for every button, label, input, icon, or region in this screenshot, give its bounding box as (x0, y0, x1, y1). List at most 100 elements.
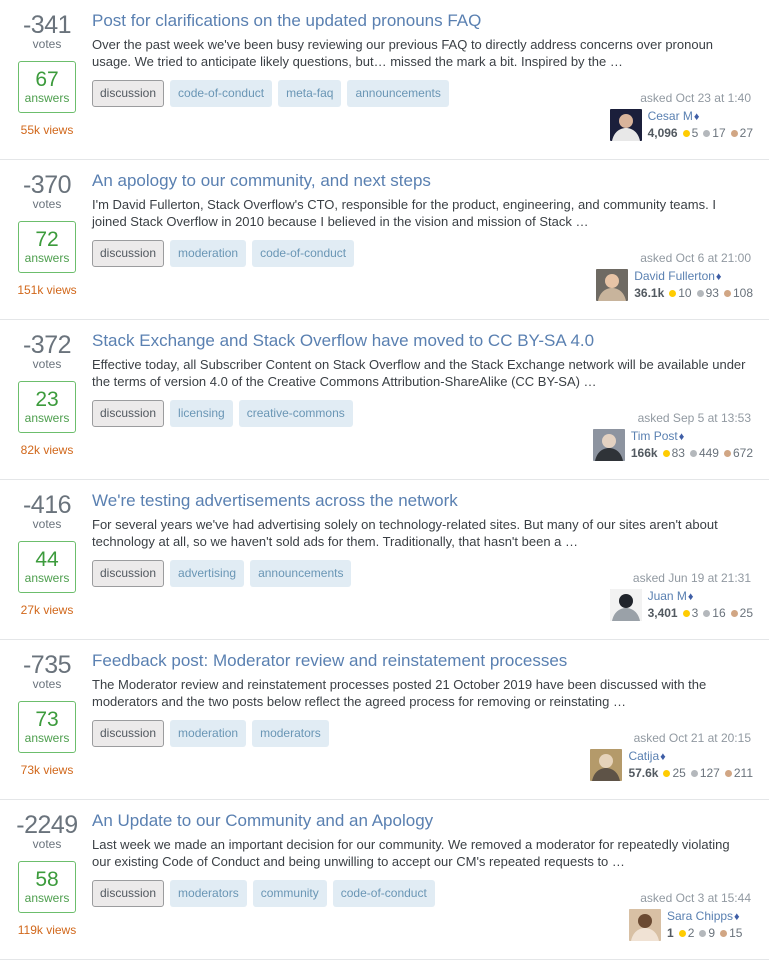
view-count: 151k views (17, 283, 77, 297)
asked-user-card: asked Oct 3 at 15:44 Sara Chipps♦ 1 2 9 15 (543, 891, 753, 941)
tag-announcements[interactable]: announcements (250, 560, 352, 587)
reputation-score: 57.6k (628, 766, 659, 780)
vote-label: votes (32, 517, 62, 531)
gold-badge-icon (669, 290, 677, 297)
bronze-badge-icon (730, 610, 738, 617)
question-title-link[interactable]: We're testing advertisements across the … (92, 490, 753, 511)
tag-licensing[interactable]: licensing (170, 400, 233, 427)
question-summary[interactable]: -341 votes 67 answers 55k views Post for clar… (0, 0, 769, 160)
silver-badge: 93 (696, 286, 719, 301)
silver-badge: 127 (690, 766, 720, 781)
question-stats: -2249 votes 58 answers 119k views (8, 810, 86, 937)
asked-timestamp: asked Oct 6 at 21:00 (640, 251, 751, 265)
tag-creative-commons[interactable]: creative-commons (238, 400, 353, 427)
view-count: 119k views (17, 923, 77, 937)
bronze-badge-count: 672 (732, 446, 753, 460)
tag-discussion[interactable]: discussion (92, 560, 165, 587)
question-stats: -735 votes 73 answers 73k views (8, 650, 86, 777)
tag-meta-faq[interactable]: meta-faq (278, 80, 342, 107)
question-stats: -341 votes 67 answers 55k views (8, 10, 86, 137)
answers-label: answers (24, 91, 70, 105)
question-title-link[interactable]: Post for clarifications on the updated p… (92, 10, 753, 31)
vote-stat: -341 votes (8, 12, 86, 52)
tag-moderators[interactable]: moderators (252, 720, 329, 747)
user-name-link[interactable]: Juan M (648, 589, 687, 604)
asked-user-card: asked Oct 21 at 20:15 Catija♦ 57.6k 25 127 21… (543, 731, 753, 781)
user-info: David Fullerton♦ 36.1k 10 93 108 (634, 269, 753, 301)
question-stats: -370 votes 72 answers 151k views (8, 170, 86, 297)
bronze-badge-icon (720, 930, 728, 937)
vote-label: votes (32, 837, 62, 851)
user-avatar[interactable] (590, 749, 623, 781)
question-summary[interactable]: -735 votes 73 answers 73k views Feedback post… (0, 640, 769, 800)
user-avatar[interactable] (596, 269, 629, 301)
question-summary[interactable]: -372 votes 23 answers 82k views Stack Exchang… (0, 320, 769, 480)
question-summary[interactable]: -2249 votes 58 answers 119k views An Update t… (0, 800, 769, 960)
vote-stat: -416 votes (8, 492, 86, 532)
question-title-link[interactable]: Stack Exchange and Stack Overflow have m… (92, 330, 753, 351)
question-title-link[interactable]: Feedback post: Moderator review and rein… (92, 650, 753, 671)
answers-label: answers (24, 411, 70, 425)
gold-badge-icon (663, 770, 671, 777)
vote-count: -735 (22, 651, 72, 679)
silver-badge: 16 (703, 606, 726, 621)
silver-badge-icon (703, 130, 711, 137)
user-avatar[interactable] (592, 429, 625, 461)
reputation-score: 3,401 (647, 606, 678, 620)
user-name-link[interactable]: Tim Post (631, 429, 678, 444)
user-avatar[interactable] (629, 909, 661, 941)
moderator-diamond-icon: ♦ (715, 271, 722, 283)
answers-box: 72 answers (18, 221, 76, 273)
gold-badge-count: 10 (678, 286, 692, 300)
question-excerpt: The Moderator review and reinstatement p… (92, 677, 707, 709)
vote-stat: -735 votes (8, 652, 86, 692)
tag-code-of-conduct[interactable]: code-of-conduct (252, 240, 355, 267)
tag-community[interactable]: community (252, 880, 327, 907)
vote-label: votes (32, 357, 62, 371)
gold-badge-icon (678, 930, 686, 937)
moderator-diamond-icon: ♦ (693, 111, 700, 123)
user-details: David Fullerton♦ 36.1k 10 93 108 (543, 269, 753, 301)
tag-discussion[interactable]: discussion (92, 80, 165, 107)
answers-count: 73 (35, 708, 59, 731)
user-name-link[interactable]: Cesar M (648, 109, 693, 124)
silver-badge-icon (689, 450, 697, 457)
user-name-link[interactable]: Sara Chipps (667, 909, 733, 924)
vote-label: votes (32, 37, 62, 51)
silver-badge-icon (703, 610, 711, 617)
question-summary[interactable]: -370 votes 72 answers 151k views An apology t… (0, 160, 769, 320)
vote-count: -341 (22, 11, 72, 39)
gold-badge-icon (662, 450, 670, 457)
question-title-link[interactable]: An Update to our Community and an Apolog… (92, 810, 753, 831)
tag-discussion[interactable]: discussion (92, 400, 165, 427)
user-info: Cesar M♦ 4,096 5 17 27 (648, 109, 753, 141)
tag-moderation[interactable]: moderation (170, 720, 247, 747)
view-count: 55k views (20, 123, 74, 137)
tag-code-of-conduct[interactable]: code-of-conduct (170, 80, 273, 107)
user-avatar[interactable] (609, 589, 642, 621)
tag-code-of-conduct[interactable]: code-of-conduct (332, 880, 435, 907)
gold-badge: 5 (682, 126, 698, 141)
answers-box: 44 answers (18, 541, 76, 593)
question-summary[interactable]: -416 votes 44 answers 27k views We're testing… (0, 480, 769, 640)
asked-timestamp: asked Oct 23 at 1:40 (640, 91, 751, 105)
answers-label: answers (24, 251, 70, 265)
user-name-link[interactable]: David Fullerton (634, 269, 715, 284)
tag-moderation[interactable]: moderation (170, 240, 247, 267)
user-avatar[interactable] (609, 109, 642, 141)
user-name-link[interactable]: Catija (628, 749, 659, 764)
silver-badge-count: 16 (712, 606, 726, 620)
asked-user-card: asked Jun 19 at 21:31 Juan M♦ 3,401 3 16 25 (543, 571, 753, 621)
tag-moderators[interactable]: moderators (170, 880, 247, 907)
silver-badge-count: 127 (699, 766, 720, 780)
tag-advertising[interactable]: advertising (170, 560, 245, 587)
question-title-link[interactable]: An apology to our community, and next st… (92, 170, 753, 191)
reputation-score: 1 (667, 926, 674, 940)
bronze-badge-icon (724, 770, 732, 777)
tag-discussion[interactable]: discussion (92, 240, 165, 267)
bronze-badge: 108 (723, 286, 753, 301)
tag-announcements[interactable]: announcements (347, 80, 449, 107)
tag-discussion[interactable]: discussion (92, 720, 165, 747)
tag-discussion[interactable]: discussion (92, 880, 165, 907)
bronze-badge-count: 25 (739, 606, 753, 620)
